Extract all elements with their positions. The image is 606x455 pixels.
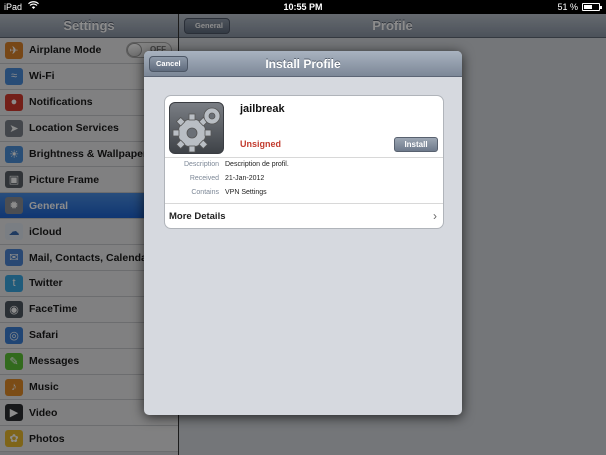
- divider: [165, 157, 443, 158]
- battery-percent: 51 %: [557, 2, 578, 12]
- profile-card: jailbreak Unsigned Install Description D…: [164, 95, 444, 229]
- dialog-title: Install Profile: [265, 57, 341, 71]
- battery-icon: [582, 3, 602, 11]
- install-button[interactable]: Install: [394, 137, 438, 152]
- detail-value: 21-Jan-2012: [225, 175, 265, 182]
- detail-row-description: Description Description de profil.: [165, 161, 443, 173]
- status-bar: iPad 10:55 PM 51 %: [0, 0, 606, 14]
- profile-gear-icon: [169, 102, 224, 154]
- status-time: 10:55 PM: [283, 2, 323, 12]
- more-details-label: More Details: [169, 211, 226, 222]
- detail-value: VPN Settings: [225, 189, 267, 196]
- detail-key: Received: [189, 175, 219, 182]
- detail-key: Contains: [191, 189, 219, 196]
- more-details-row[interactable]: More Details ›: [165, 204, 443, 229]
- detail-key: Description: [183, 161, 219, 168]
- dialog-navbar: Cancel Install Profile: [144, 51, 462, 77]
- chevron-right-icon: ›: [433, 209, 437, 223]
- profile-name: jailbreak: [240, 103, 285, 115]
- detail-row-contains: Contains VPN Settings: [165, 189, 443, 201]
- install-profile-dialog: Cancel Install Profile jailbreak Unsigne…: [144, 51, 462, 415]
- signed-status: Unsigned: [240, 139, 282, 149]
- detail-value: Description de profil.: [225, 161, 289, 168]
- detail-row-received: Received 21-Jan-2012: [165, 175, 443, 187]
